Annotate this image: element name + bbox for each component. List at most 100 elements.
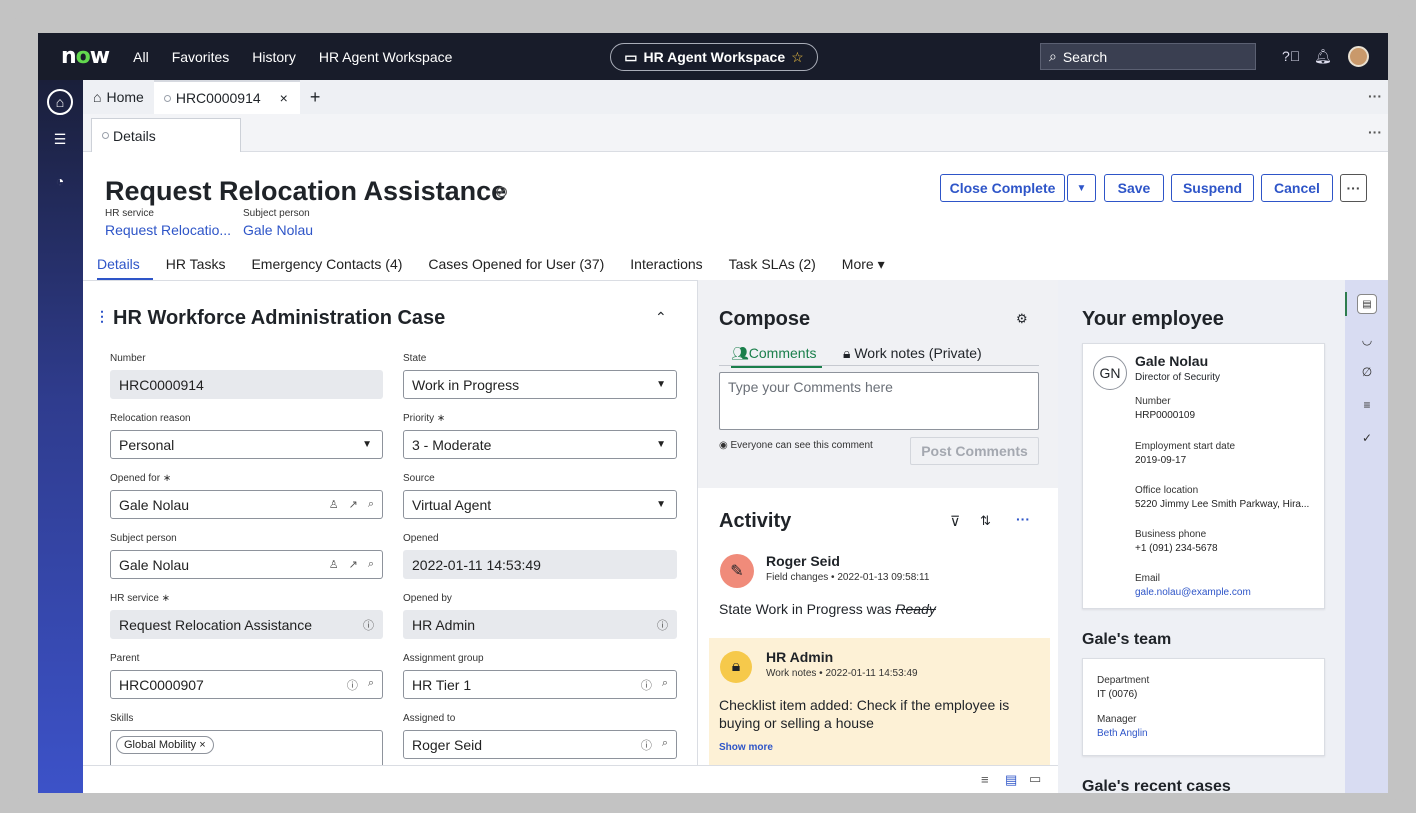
activity-meta: Field changes • 2022-01-13 09:58:11 [766,572,930,583]
single-column-icon[interactable]: ≡ [981,772,989,787]
help-icon[interactable]: ?⃝ [1282,48,1300,64]
opened-for-field[interactable]: Gale Nolau ♙ ↗ ⌕ [110,490,383,519]
activity-title: Activity [719,510,792,532]
drag-handle-icon[interactable]: ⋮ [95,308,109,325]
sort-icon[interactable]: ⇅ [980,513,991,529]
filter-icon[interactable]: ⊽ [950,513,960,530]
nav-history[interactable]: History [252,49,296,65]
window-icon: ▭ [624,48,638,65]
tab-task-slas[interactable]: Task SLAs (2) [716,256,829,280]
hr-service-link[interactable]: Request Relocatio... [105,222,231,238]
bell-icon[interactable]: 🔔︎ [1314,48,1332,65]
info-icon[interactable]: ⓘ [347,677,358,693]
tabs-more-icon[interactable]: ··· [1368,88,1382,104]
close-tab-icon[interactable]: × [280,90,288,106]
open-record-icon[interactable]: ↗ [349,498,358,511]
change-text: Work in Progress was [755,601,892,617]
work-notes-tab[interactable]: 🔒︎ Work notes (Private) [843,345,982,362]
paperclip-icon[interactable]: ∅ [1357,362,1377,382]
assigned-to-field[interactable]: Roger Seid ⓘ ⌕ [403,730,677,759]
collapse-icon[interactable]: ⌃ [655,309,667,326]
priority-select[interactable]: 3 - Moderate ▼ [403,430,677,459]
checklist-icon[interactable]: ≡ [1357,395,1377,415]
subject-person-field[interactable]: Gale Nolau ♙ ↗ ⌕ [110,550,383,579]
filter-settings-icon[interactable]: ⚙ [1016,311,1028,327]
state-label: State [403,353,427,364]
lock-icon: 🔒︎ [843,345,851,361]
search-input[interactable]: ⌕ Search [1040,43,1256,70]
activity-author[interactable]: Roger Seid [766,553,840,569]
note-author[interactable]: HR Admin [766,649,833,665]
info-icon[interactable]: ⓘ [641,737,652,753]
source-select[interactable]: Virtual Agent ▼ [403,490,677,519]
skills-field[interactable]: Global Mobility × [110,730,383,765]
subtab-details[interactable]: Details [91,118,241,152]
graduation-cap-icon[interactable]: ◡ [1357,330,1377,350]
tag-icon[interactable]: ⊘ [495,182,508,202]
add-tab-button[interactable]: + [300,80,331,114]
info-icon[interactable]: ⓘ [363,617,374,633]
nav-workspace[interactable]: HR Agent Workspace [319,49,453,65]
skill-chip[interactable]: Global Mobility × [116,736,214,754]
tab-hr-tasks[interactable]: HR Tasks [153,256,239,280]
home-icon[interactable]: ⌂ [47,89,73,115]
tab-cases-opened[interactable]: Cases Opened for User (37) [415,256,617,280]
lookup-icon[interactable]: ⌕ [662,677,668,693]
activity-more-icon[interactable]: ··· [1016,511,1030,527]
info-icon[interactable]: ⓘ [641,677,652,693]
user-avatar[interactable] [1348,46,1369,67]
nav-favorites[interactable]: Favorites [172,49,230,65]
skills-label: Skills [110,713,134,724]
two-column-icon[interactable]: ▤ [1005,772,1017,788]
close-complete-button[interactable]: Close Complete [940,174,1065,202]
suspend-button[interactable]: Suspend [1171,174,1254,202]
subtabs-more-icon[interactable]: ··· [1368,124,1382,140]
now-logo[interactable]: now [61,44,110,69]
hr-service-field: Request Relocation Assistance ⓘ [110,610,383,639]
lookup-icon[interactable]: ⌕ [368,498,374,511]
open-record-icon[interactable]: ↗ [349,558,358,571]
show-more-link[interactable]: Show more [719,742,773,753]
state-select[interactable]: Work in Progress ▼ [403,370,677,399]
top-bar: now All Favorites History HR Agent Works… [38,33,1388,80]
assignment-group-field[interactable]: HR Tier 1 ⓘ ⌕ [403,670,677,699]
lookup-icon[interactable]: ⌕ [368,558,374,571]
relocation-reason-select[interactable]: Personal ▼ [110,430,383,459]
post-comments-button[interactable]: Post Comments [910,437,1039,465]
comment-textarea[interactable]: Type your Comments here [719,372,1039,430]
star-icon[interactable]: ☆ [791,49,804,66]
assignment-group-label: Assignment group [403,653,484,664]
workspace-pill[interactable]: ▭ HR Agent Workspace ☆ [610,43,818,71]
list-icon[interactable]: ☰ [47,126,73,152]
tab-interactions[interactable]: Interactions [617,256,715,280]
tab-details[interactable]: Details [97,256,153,280]
contact-card-icon[interactable]: ▤ [1357,294,1377,314]
user-icon[interactable]: ♙ [329,558,339,571]
full-width-icon[interactable]: ▭ [1029,771,1041,787]
user-icon[interactable]: ♙ [329,498,339,511]
parent-field[interactable]: HRC0000907 ⓘ ⌕ [110,670,383,699]
close-complete-dropdown[interactable]: ▼ [1067,174,1096,202]
hr-service-field-label: HR service ∗ [110,593,171,604]
tab-more[interactable]: More ▾ [829,256,898,280]
more-actions-button[interactable]: ··· [1340,174,1367,202]
team-title: Gale's team [1082,631,1172,648]
nav-all[interactable]: All [133,49,149,65]
assigned-to-label: Assigned to [403,713,456,724]
tab-divider [719,365,1039,366]
manager-link[interactable]: Beth Anglin [1097,728,1148,739]
subject-person-link[interactable]: Gale Nolau [243,222,313,238]
employee-name[interactable]: Gale Nolau [1135,353,1208,369]
lookup-icon[interactable]: ⌕ [662,737,668,753]
dashboard-icon[interactable]: ◔ [47,168,73,194]
tab-case[interactable]: HRC0000914 × [153,80,300,114]
lookup-icon[interactable]: ⌕ [368,677,374,693]
info-icon[interactable]: ⓘ [657,617,668,633]
cancel-button[interactable]: Cancel [1261,174,1333,202]
tab-home[interactable]: ⌂ Home [83,80,154,114]
tab-emergency-contacts[interactable]: Emergency Contacts (4) [238,256,415,280]
search-placeholder: Search [1062,48,1108,65]
email-link[interactable]: gale.nolau@example.com [1135,587,1251,598]
check-icon[interactable]: ✓ [1357,428,1377,448]
save-button[interactable]: Save [1104,174,1164,202]
